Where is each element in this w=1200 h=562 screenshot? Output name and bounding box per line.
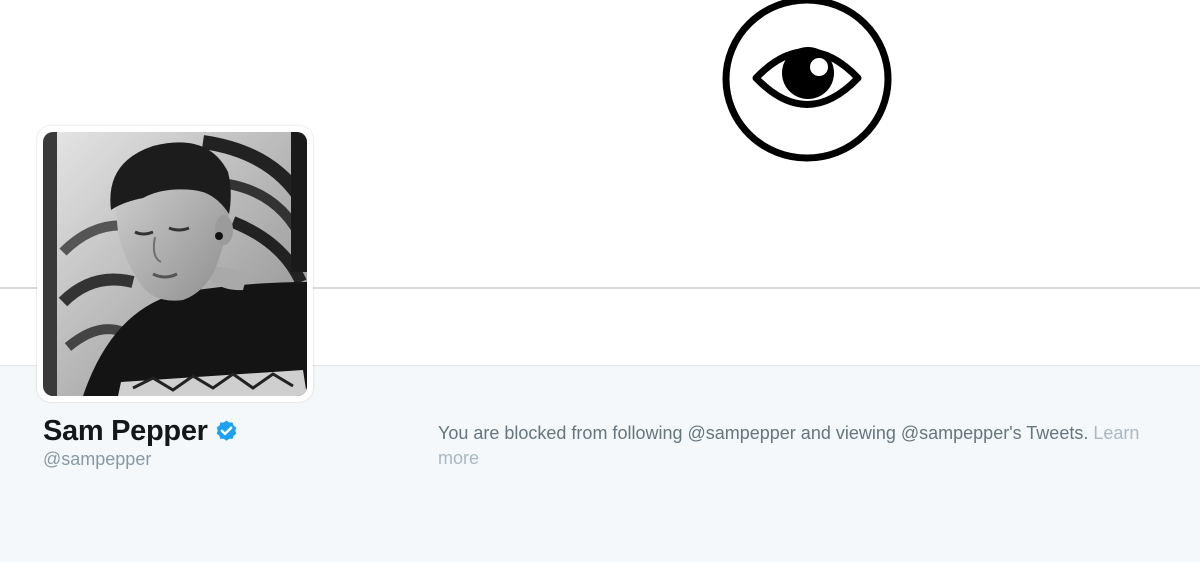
avatar[interactable] bbox=[37, 126, 313, 402]
eye-in-circle-icon bbox=[722, 0, 892, 162]
profile-name-row: Sam Pepper bbox=[43, 415, 239, 448]
blocked-notice-text: You are blocked from following @sampeppe… bbox=[438, 423, 1089, 443]
avatar-photo bbox=[43, 132, 307, 396]
verified-badge-icon bbox=[216, 420, 236, 441]
profile-name[interactable]: Sam Pepper bbox=[43, 415, 208, 448]
profile-screen-name[interactable]: @sampepper bbox=[43, 449, 151, 470]
blocked-notice: You are blocked from following @sampeppe… bbox=[438, 421, 1168, 471]
